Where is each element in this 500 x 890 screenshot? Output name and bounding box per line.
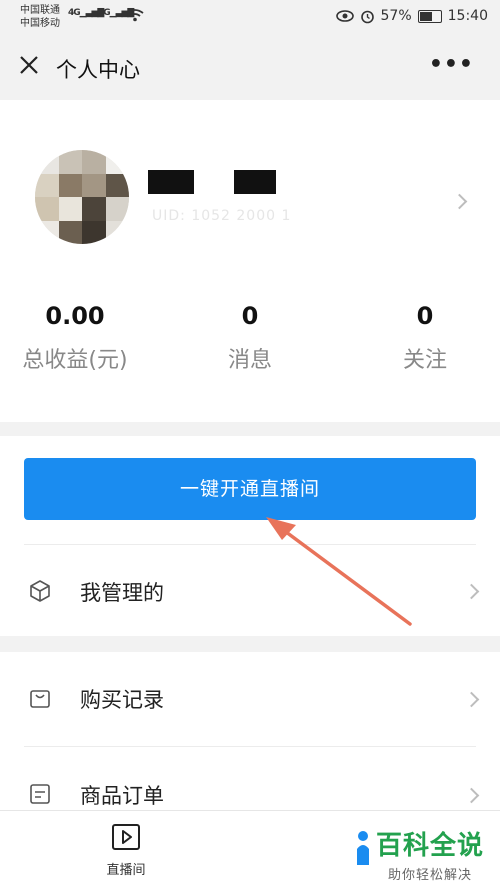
tab-bar: 直播间 百科全说 助你轻松解决 (0, 810, 500, 890)
person-icon (357, 831, 369, 865)
chevron-right-icon (463, 787, 480, 804)
play-icon (112, 824, 140, 850)
page-title: 个人中心 (56, 58, 140, 82)
more-icon[interactable]: ••• (429, 52, 474, 77)
profile-chevron-icon[interactable] (451, 193, 468, 210)
actions-card: 一键开通直播间 我管理的 (0, 436, 500, 636)
alarm-icon (360, 10, 374, 23)
carrier-1: 中国联通 (20, 5, 60, 16)
watermark-logo: 百科全说 (375, 831, 484, 861)
menu-label: 商品订单 (80, 784, 164, 808)
stat-value: 0 (241, 302, 259, 330)
stat-label: 关注 (402, 348, 447, 373)
chevron-right-icon (463, 691, 480, 708)
stat-label: 消息 (227, 348, 272, 373)
orders-card: 购买记录 商品订单 (0, 652, 500, 812)
watermark-tagline: 助你轻松解决 (387, 868, 472, 883)
cube-icon (30, 580, 50, 602)
avatar[interactable] (35, 150, 129, 244)
watermark: 百科全说 助你轻松解决 (376, 825, 484, 883)
username-redacted (148, 170, 194, 194)
divider (24, 544, 476, 545)
close-icon[interactable] (18, 54, 40, 76)
stat-value: 0 (416, 302, 434, 330)
order-list-icon (30, 784, 50, 804)
stat-value: 0.00 (45, 302, 105, 330)
divider (24, 746, 476, 747)
shopping-bag-icon (30, 690, 50, 708)
stat-messages[interactable]: 0 消息 (175, 302, 325, 374)
clock: 15:40 (447, 8, 488, 24)
status-bar: 中国联通 中国移动 4G▁▃▅▇ 2G▁▃▅▇ 57% 15:40 (0, 0, 500, 34)
username-redacted-2 (234, 170, 276, 194)
open-live-room-button[interactable]: 一键开通直播间 (24, 458, 476, 520)
carrier-info: 中国联通 中国移动 (20, 4, 60, 30)
stat-following[interactable]: 0 关注 (350, 302, 500, 374)
wifi-icon (126, 9, 144, 22)
stat-label: 总收益(元) (22, 348, 128, 373)
tab-label: 直播间 (106, 863, 146, 878)
user-id: UID: 1052 2000 1 (152, 208, 292, 224)
menu-label: 购买记录 (80, 688, 164, 712)
stat-earnings[interactable]: 0.00 总收益(元) (0, 302, 150, 374)
profile-card: UID: 1052 2000 1 0.00 总收益(元) 0 消息 0 关注 (0, 100, 500, 422)
eye-icon (335, 10, 354, 22)
status-right: 57% 15:40 (335, 8, 488, 24)
nav-bar: 个人中心 ••• (0, 34, 500, 100)
carrier-2: 中国移动 (20, 18, 60, 29)
menu-label: 我管理的 (80, 581, 164, 605)
tab-live-room[interactable]: 直播间 (96, 823, 156, 878)
battery-icon (417, 9, 442, 23)
chevron-right-icon (463, 583, 480, 600)
battery-percent: 57% (380, 8, 412, 24)
